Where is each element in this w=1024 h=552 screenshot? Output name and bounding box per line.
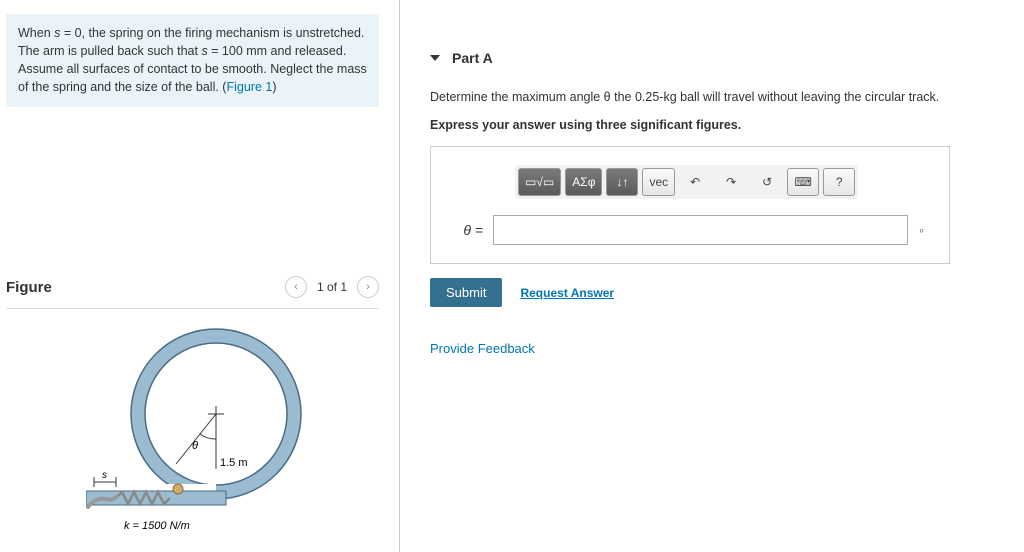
subscript-button[interactable]: ↓↑ [606, 168, 638, 196]
help-button[interactable]: ? [823, 168, 855, 196]
figure-pager-label: 1 of 1 [313, 280, 351, 294]
radius-label: 1.5 m [220, 457, 248, 469]
variable-label: θ = [455, 222, 483, 238]
answer-input[interactable] [493, 215, 908, 245]
vec-button[interactable]: vec [642, 168, 675, 196]
label-theta: θ [192, 440, 198, 452]
reset-button[interactable]: ↺ [751, 168, 783, 196]
label-s: s [102, 470, 107, 481]
part-header[interactable]: Part A [430, 50, 994, 66]
greek-button[interactable]: ΑΣφ [565, 168, 602, 196]
undo-button[interactable]: ↶ [679, 168, 711, 196]
request-answer-link[interactable]: Request Answer [520, 286, 614, 300]
figure-title: Figure [6, 279, 285, 296]
figure-link[interactable]: Figure 1 [226, 80, 272, 94]
instructions-text: Express your answer using three signific… [430, 118, 994, 132]
problem-statement: When s = 0, the spring on the firing mec… [6, 14, 379, 107]
equation-toolbar: ▭√▭ ΑΣφ ↓↑ vec ↶ ↷ ↺ ⌨ ? [515, 165, 858, 199]
redo-button[interactable]: ↷ [715, 168, 747, 196]
spring-constant-label: k = 1500 N/m [124, 520, 190, 532]
submit-button[interactable]: Submit [430, 278, 502, 307]
question-text: Determine the maximum angle θ the 0.25-k… [430, 90, 994, 104]
part-title: Part A [452, 50, 493, 66]
provide-feedback-link[interactable]: Provide Feedback [430, 341, 994, 356]
unit-label: ∘ [918, 224, 925, 237]
templates-button[interactable]: ▭√▭ [518, 168, 561, 196]
figure-next-button[interactable]: › [357, 276, 379, 298]
collapse-icon [430, 55, 440, 61]
figure-prev-button[interactable]: ‹ [285, 276, 307, 298]
figure-image: s θ 1.5 m k = 1500 N/m [6, 309, 379, 552]
answer-area: ▭√▭ ΑΣφ ↓↑ vec ↶ ↷ ↺ ⌨ ? θ = ∘ [430, 146, 950, 264]
keyboard-button[interactable]: ⌨ [787, 168, 819, 196]
